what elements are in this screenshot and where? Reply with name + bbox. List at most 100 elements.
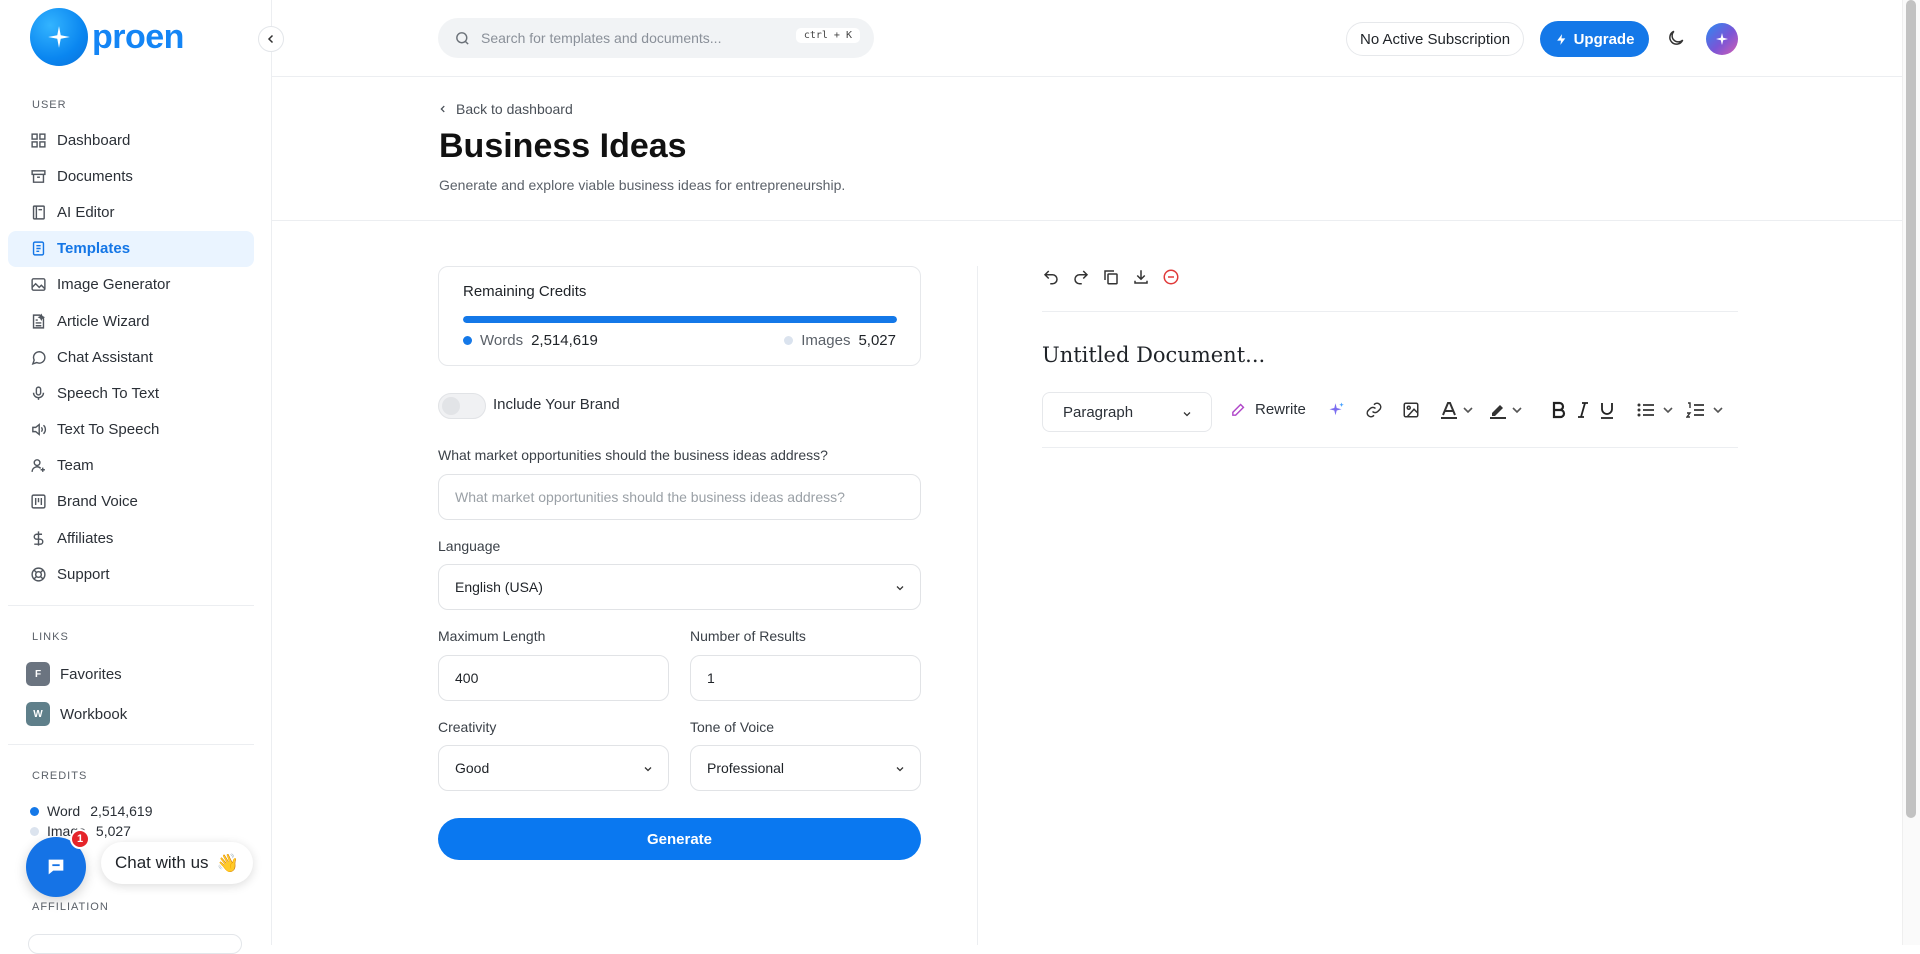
user-plus-icon <box>30 457 47 474</box>
section-label-affiliation: AFFILIATION <box>32 901 109 913</box>
language-label: Language <box>438 538 501 554</box>
rewrite-button[interactable]: Rewrite <box>1230 401 1306 418</box>
archive-icon <box>30 168 47 185</box>
question-field[interactable] <box>438 474 921 520</box>
ai-sparkle-icon[interactable] <box>1328 401 1346 419</box>
underline-icon[interactable] <box>1599 401 1615 419</box>
sidebar-item-label: Text To Speech <box>57 421 160 439</box>
sidebar-nav: Dashboard Documents AI Editor Templates … <box>8 122 254 592</box>
sidebar-item-label: Brand Voice <box>57 493 138 511</box>
credit-dot <box>30 806 39 816</box>
download-icon[interactable] <box>1132 268 1150 286</box>
link-item-favorites[interactable]: F Favorites <box>26 662 122 686</box>
sidebar-item-label: Speech To Text <box>57 384 160 402</box>
brand-logo[interactable]: proen <box>30 8 184 66</box>
search-bar[interactable]: ctrl + K <box>438 18 874 58</box>
link-item-workbook[interactable]: W Workbook <box>26 702 127 726</box>
dollar-icon <box>30 530 47 547</box>
sidebar-item-speech-to-text[interactable]: Speech To Text <box>8 375 254 411</box>
sidebar-item-documents[interactable]: Documents <box>8 158 254 194</box>
sidebar-item-chat-assistant[interactable]: Chat Assistant <box>8 339 254 375</box>
search-shortcut-hint: ctrl + K <box>795 28 860 43</box>
toggle-knob <box>442 397 460 415</box>
sidebar-item-label: Templates <box>57 240 131 258</box>
sidebar-item-label: AI Editor <box>57 203 115 221</box>
bold-icon[interactable] <box>1551 401 1567 419</box>
copy-icon[interactable] <box>1102 268 1120 286</box>
chevron-left-icon <box>265 33 277 45</box>
sidebar: proen USER Dashboard Documents AI Editor… <box>0 0 272 954</box>
results-field[interactable]: 1 <box>690 655 921 701</box>
bullet-list-icon[interactable] <box>1636 401 1676 419</box>
delete-icon[interactable] <box>1162 268 1180 286</box>
tone-value: Professional <box>707 760 785 776</box>
sidebar-item-article-wizard[interactable]: Article Wizard <box>8 303 254 339</box>
scrollbar-thumb[interactable] <box>1906 0 1916 818</box>
text-color-icon[interactable] <box>1440 401 1474 419</box>
user-avatar[interactable] <box>1706 23 1738 55</box>
creativity-label: Creativity <box>438 719 497 735</box>
editor-action-toolbar <box>1042 268 1180 286</box>
section-label-links: LINKS <box>32 631 69 643</box>
link-icon[interactable] <box>1365 401 1383 419</box>
document-title[interactable]: Untitled Document... <box>1042 343 1265 367</box>
notebook-icon <box>30 204 47 221</box>
upgrade-label: Upgrade <box>1573 30 1635 48</box>
credits-images: Images 5,027 <box>784 332 896 349</box>
sidebar-item-label: Chat Assistant <box>57 348 153 366</box>
mic-icon <box>30 385 47 402</box>
credit-value: 5,027 <box>95 823 131 839</box>
language-select[interactable]: English (USA) <box>438 564 921 610</box>
sidebar-item-dashboard[interactable]: Dashboard <box>8 122 254 158</box>
sidebar-item-image-generator[interactable]: Image Generator <box>8 267 254 303</box>
generate-button[interactable]: Generate <box>438 818 921 860</box>
search-input[interactable] <box>481 30 781 46</box>
sparkle-logo-icon <box>30 8 88 66</box>
include-brand-toggle[interactable] <box>438 393 486 419</box>
editor-divider <box>1042 311 1738 312</box>
block-type-select[interactable]: Paragraph <box>1042 392 1212 432</box>
link-label: Workbook <box>60 705 128 723</box>
upgrade-button[interactable]: Upgrade <box>1540 21 1649 57</box>
wave-emoji: 👋 <box>216 852 239 873</box>
chat-label: Chat with us <box>115 853 209 872</box>
sidebar-item-team[interactable]: Team <box>8 448 254 484</box>
undo-icon[interactable] <box>1042 268 1060 286</box>
numbered-list-icon[interactable] <box>1686 401 1726 419</box>
page-header: Back to dashboard Business Ideas Generat… <box>272 77 1902 221</box>
sidebar-item-affiliates[interactable]: Affiliates <box>8 520 254 556</box>
chevron-down-icon <box>894 763 906 775</box>
sidebar-item-brand-voice[interactable]: Brand Voice <box>8 484 254 520</box>
chat-with-us-pill[interactable]: Chat with us 👋 <box>101 842 253 884</box>
sidebar-item-label: Team <box>57 457 94 475</box>
credit-row-word: Word 2,514,619 <box>30 803 153 819</box>
credits-progress-fill <box>463 316 897 323</box>
max-length-label: Maximum Length <box>438 628 546 644</box>
link-badge: F <box>26 662 50 686</box>
insert-image-icon[interactable] <box>1402 401 1420 419</box>
subscription-status[interactable]: No Active Subscription <box>1346 22 1525 56</box>
tone-select[interactable]: Professional <box>690 745 921 791</box>
italic-icon[interactable] <box>1576 401 1590 419</box>
redo-icon[interactable] <box>1072 268 1090 286</box>
creativity-select[interactable]: Good <box>438 745 669 791</box>
question-input[interactable] <box>455 489 920 505</box>
credit-label: Word <box>47 803 81 819</box>
sidebar-item-ai-editor[interactable]: AI Editor <box>8 194 254 230</box>
chevron-down-icon <box>894 582 906 594</box>
grid-icon <box>30 132 47 149</box>
back-to-dashboard-link[interactable]: Back to dashboard <box>438 101 573 117</box>
lifebuoy-icon <box>30 566 47 583</box>
sidebar-item-support[interactable]: Support <box>8 556 254 592</box>
sidebar-item-label: Affiliates <box>57 529 114 547</box>
max-length-field[interactable]: 400 <box>438 655 669 701</box>
sidebar-item-templates[interactable]: Templates <box>8 230 254 267</box>
highlight-icon[interactable] <box>1489 401 1523 419</box>
credits-card-title: Remaining Credits <box>463 283 587 300</box>
sidebar-collapse-button[interactable] <box>258 26 284 52</box>
sidebar-item-label: Image Generator <box>57 276 171 294</box>
block-type-value: Paragraph <box>1063 403 1134 421</box>
sidebar-item-text-to-speech[interactable]: Text To Speech <box>8 412 254 448</box>
moon-icon[interactable] <box>1666 28 1686 48</box>
back-label: Back to dashboard <box>456 101 573 117</box>
